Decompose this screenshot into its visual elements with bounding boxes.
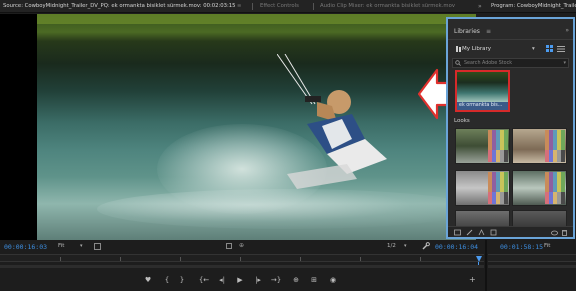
look-thumbnail[interactable] [512, 170, 567, 206]
chevron-down-icon: ▾ [532, 46, 535, 52]
overwrite-button[interactable]: ⊞ [309, 275, 319, 285]
mark-out-button[interactable]: } [178, 275, 186, 285]
mark-in-button[interactable]: { [163, 275, 171, 285]
ruler-tick [60, 257, 61, 261]
chevron-down-icon[interactable]: ▾ [404, 243, 407, 249]
safe-margins-icon[interactable] [94, 243, 101, 250]
drag-audio-icon[interactable]: ⊕ [239, 242, 244, 249]
asset-caption: ek ormankta bis... [457, 102, 508, 110]
libraries-footer [448, 226, 573, 237]
source-duration-timecode: 00:00:16:04 [435, 243, 479, 251]
ruler-tick [180, 257, 181, 261]
look-thumbnail[interactable] [455, 170, 510, 206]
look-preview [456, 211, 509, 227]
insert-button[interactable]: ⊕ [291, 275, 301, 285]
tab-source-monitor[interactable]: Source: CowboyMidnight_Trailer_DV_PQ: ek… [3, 0, 235, 13]
look-preview [513, 211, 566, 227]
look-swatch [545, 130, 565, 150]
wrench-settings-icon[interactable] [422, 242, 430, 250]
tab-effect-controls[interactable]: Effect Controls [260, 0, 320, 13]
playback-resolution-select[interactable]: 1/2 [387, 243, 396, 249]
source-playhead-timecode[interactable]: 00:00:16:03 [4, 243, 47, 251]
program-zoom-select[interactable]: Fit [544, 243, 550, 249]
libraries-expand-icon[interactable]: » [565, 27, 569, 34]
trash-icon[interactable] [561, 229, 568, 236]
brush-icon[interactable] [466, 229, 473, 236]
look-swatch [545, 172, 565, 192]
tab-overflow-icon[interactable]: » [478, 0, 482, 13]
color-swatch-icon[interactable] [490, 229, 497, 236]
tab-divider [252, 3, 253, 10]
search-placeholder: Search Adobe Stock [464, 61, 512, 66]
go-to-out-button[interactable]: →} [269, 275, 283, 285]
export-frame-button[interactable]: ◉ [328, 275, 338, 285]
grid-view-icon[interactable] [546, 45, 553, 52]
look-thumbnail[interactable] [512, 128, 567, 164]
search-scope-dropdown-icon[interactable]: ▾ [563, 59, 566, 67]
libraries-divider [448, 39, 573, 40]
search-icon [455, 60, 461, 66]
sync-cloud-icon[interactable] [551, 229, 558, 236]
stock-search-input[interactable]: Search Adobe Stock ▾ [452, 58, 569, 68]
libraries-menu-icon[interactable]: ≡ [486, 28, 491, 35]
looks-section-label: Looks [454, 118, 470, 124]
look-swatch [488, 192, 508, 204]
play-button[interactable]: ▶ [235, 275, 245, 285]
tab-audio-clip-mixer[interactable]: Audio Clip Mixer: ek ormankta bisiklet s… [320, 0, 480, 13]
source-panel-menu-icon[interactable]: ≡ [237, 0, 245, 13]
source-zoom-select[interactable]: Fit [58, 243, 64, 249]
ruler-tick [240, 257, 241, 261]
monitor-divider[interactable] [485, 240, 487, 291]
frame-treeline [37, 14, 476, 24]
tab-program-monitor[interactable]: Program: CowboyMidnight_Trailer_DV_PQ [491, 0, 576, 13]
look-thumbnail[interactable] [455, 128, 510, 164]
tab-divider [313, 3, 314, 10]
drag-video-icon[interactable] [226, 243, 232, 249]
add-marker-button[interactable]: ♥ [143, 275, 153, 285]
source-time-ruler[interactable] [0, 254, 484, 262]
look-swatch [488, 172, 508, 192]
ruler-tick [120, 257, 121, 261]
ruler-tick [420, 257, 421, 261]
image-icon[interactable] [454, 229, 461, 236]
creative-cloud-library-icon [456, 46, 461, 52]
library-asset-video[interactable]: ek ormankta bis... [455, 70, 510, 112]
source-video-frame[interactable] [37, 14, 476, 240]
library-selector[interactable]: My Library ▾ [452, 44, 538, 54]
panel-tab-bar: Source: CowboyMidnight_Trailer_DV_PQ: ek… [0, 0, 576, 13]
step-forward-button[interactable]: |▸ [252, 275, 264, 285]
libraries-title: Libraries [454, 28, 480, 35]
ruler-tick [300, 257, 301, 261]
library-name: My Library [462, 46, 491, 52]
step-back-button[interactable]: ◂| [216, 275, 228, 285]
text-icon[interactable] [478, 229, 485, 236]
ruler-tick [360, 257, 361, 261]
button-editor-button[interactable]: + [469, 275, 476, 285]
source-zoom-scrollbar[interactable] [0, 265, 484, 268]
look-swatch [545, 192, 565, 204]
look-swatch [488, 150, 508, 162]
chevron-down-icon[interactable]: ▾ [80, 243, 83, 249]
look-swatch [545, 150, 565, 162]
list-view-icon[interactable] [557, 46, 565, 52]
program-zoom-scrollbar[interactable] [488, 265, 576, 268]
asset-thumbnail [457, 72, 508, 102]
go-to-in-button[interactable]: {← [197, 275, 211, 285]
program-time-ruler[interactable] [488, 254, 576, 262]
viewer-letterbox [0, 14, 37, 240]
libraries-panel: Libraries ≡ » My Library ▾ Search Adobe … [446, 17, 575, 239]
program-playhead-timecode[interactable]: 00:01:58:15 [500, 243, 543, 251]
look-swatch [488, 130, 508, 150]
